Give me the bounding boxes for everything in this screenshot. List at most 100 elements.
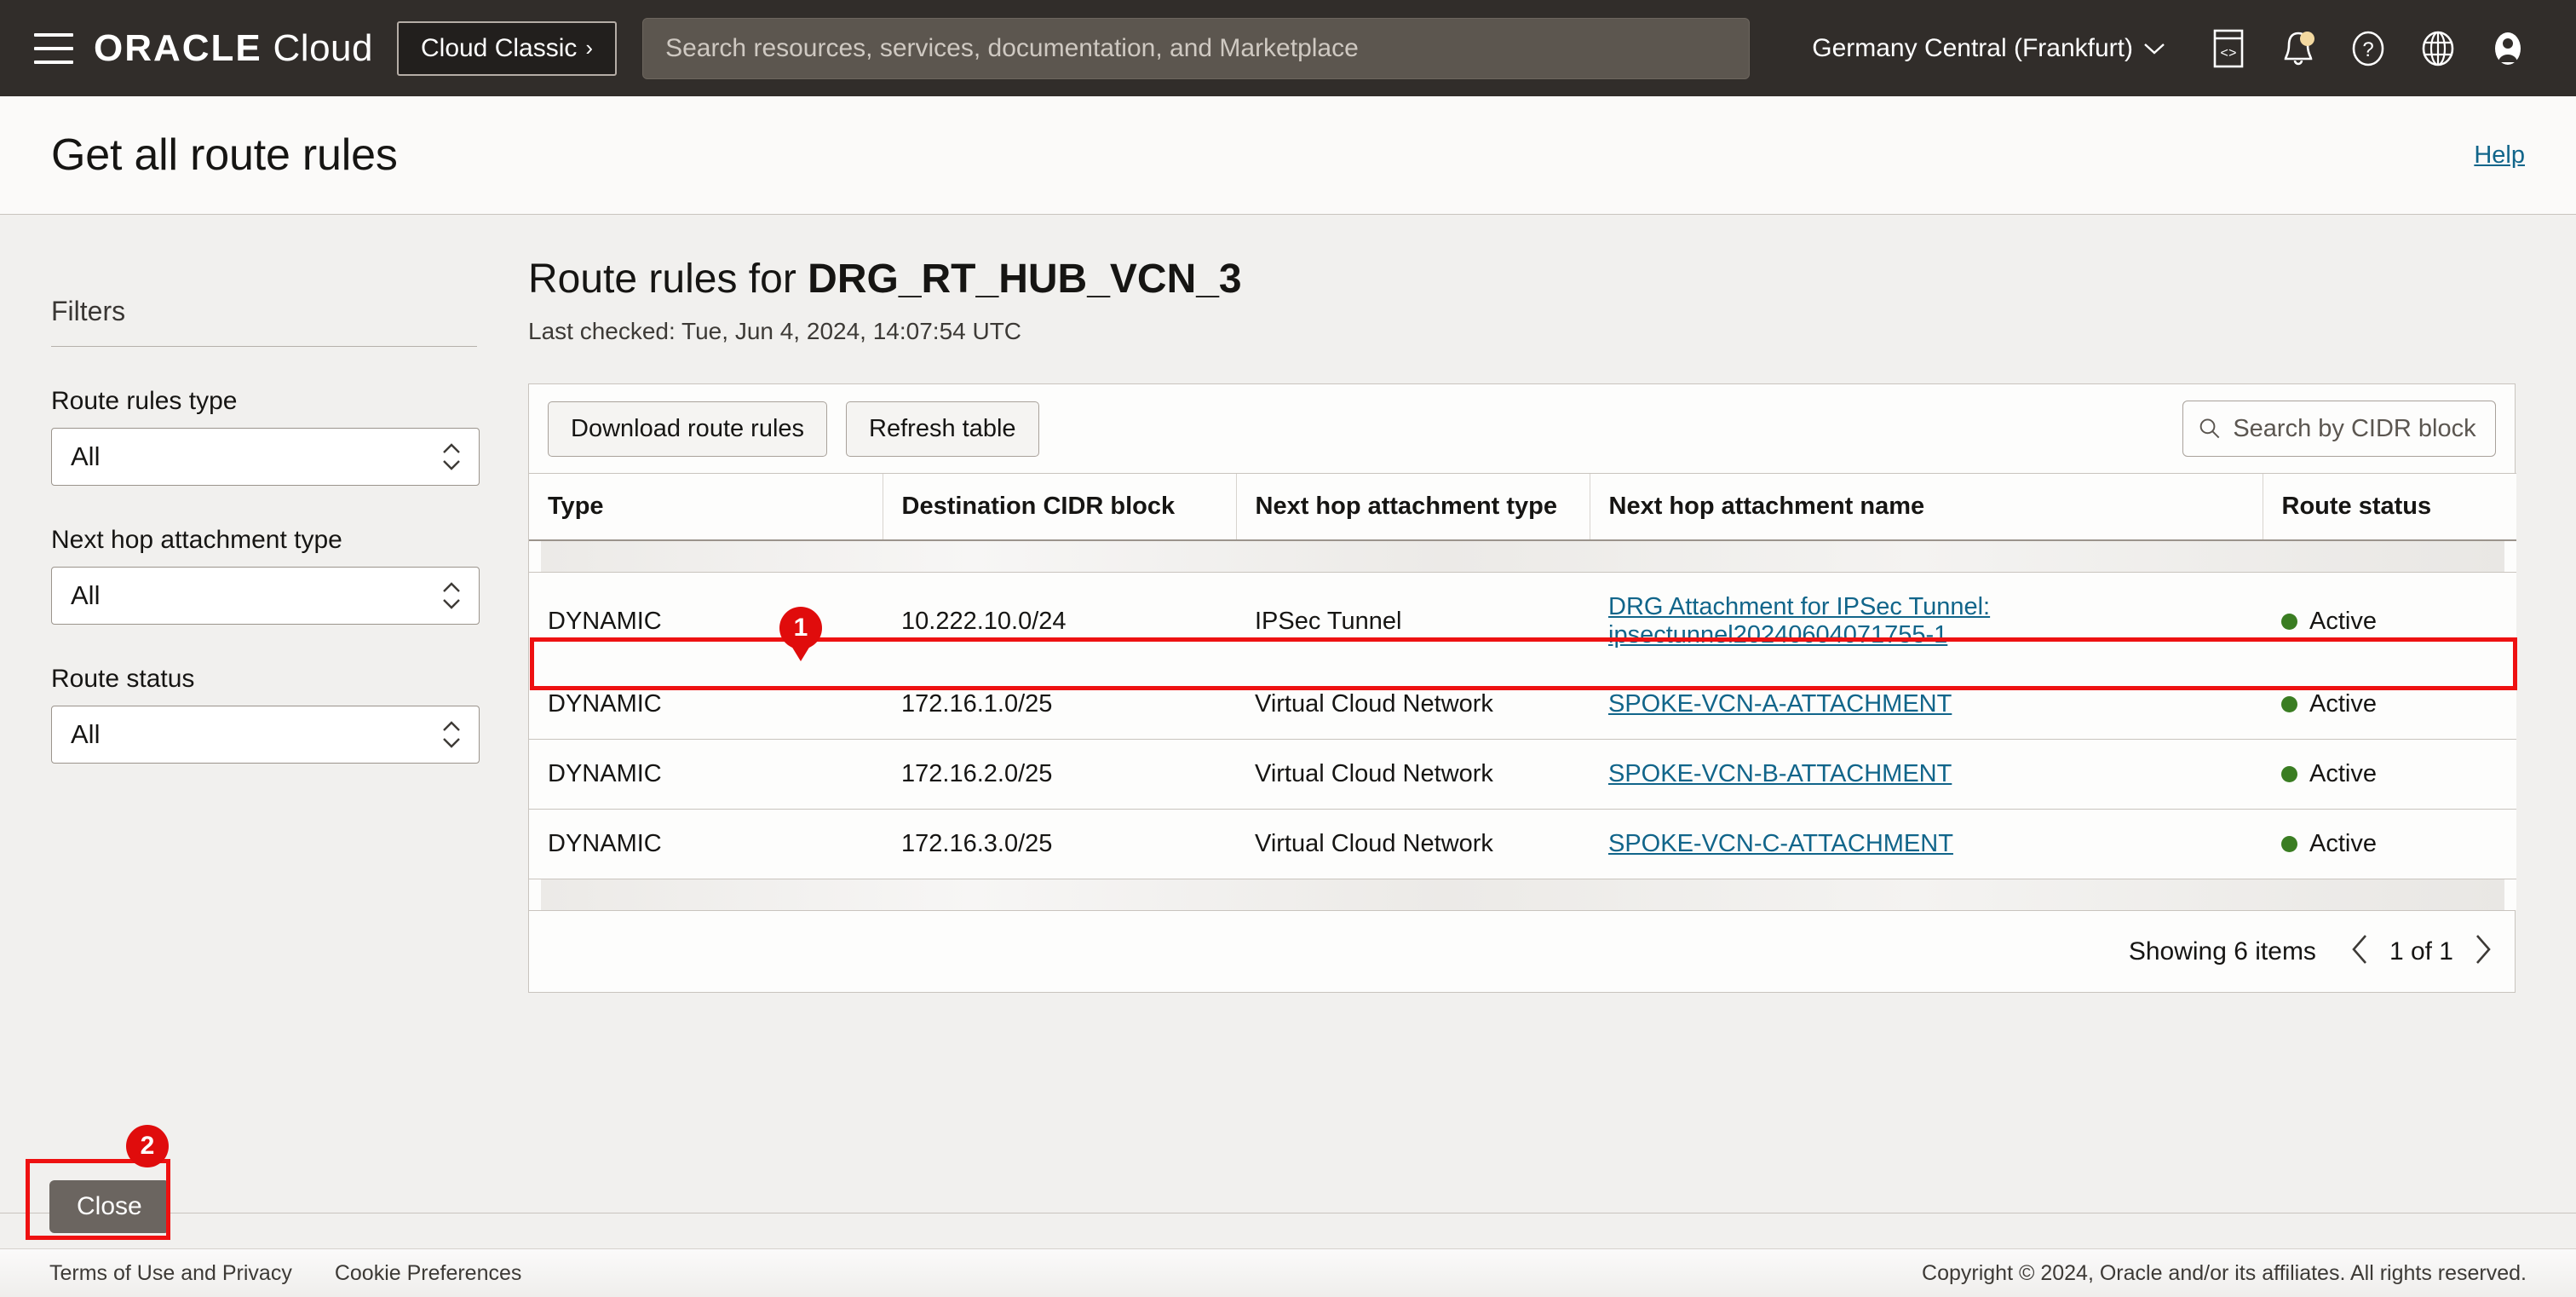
status-dot-icon bbox=[2281, 614, 2297, 630]
skeleton-shimmer bbox=[541, 541, 2504, 572]
user-avatar-icon[interactable] bbox=[2486, 26, 2530, 71]
magnifier-icon bbox=[2199, 416, 2221, 441]
notification-bell-icon[interactable] bbox=[2276, 26, 2320, 71]
table-skeleton-row bbox=[529, 879, 2516, 911]
cell-route-status: Active bbox=[2263, 573, 2516, 671]
table-header-row: Type Destination CIDR block Next hop att… bbox=[529, 474, 2516, 541]
status-label: Active bbox=[2309, 608, 2377, 636]
next-hop-attachment-link[interactable]: SPOKE-VCN-A-ATTACHMENT bbox=[1608, 690, 1952, 718]
page-indicator: 1 of 1 bbox=[2389, 937, 2453, 966]
cloud-wordmark: Cloud bbox=[273, 27, 373, 69]
cell-destination-cidr: 172.16.2.0/25 bbox=[883, 740, 1236, 810]
cell-destination-cidr: 172.16.1.0/25 bbox=[883, 670, 1236, 740]
filter-route-rules-type[interactable]: All bbox=[51, 428, 480, 486]
table-row[interactable]: DYNAMIC 10.222.10.0/24 IPSec Tunnel DRG … bbox=[529, 573, 2516, 671]
cloud-classic-button[interactable]: Cloud Classic › bbox=[397, 21, 617, 76]
status-dot-icon bbox=[2281, 766, 2297, 782]
cell-next-hop-type: Virtual Cloud Network bbox=[1236, 740, 1590, 810]
filter-route-status[interactable]: All bbox=[51, 706, 480, 764]
oracle-cloud-logo[interactable]: ORACLE Cloud bbox=[94, 27, 373, 70]
cell-next-hop-name: SPOKE-VCN-C-ATTACHMENT bbox=[1590, 810, 2263, 879]
column-header-route-status[interactable]: Route status bbox=[2263, 474, 2516, 541]
cell-type: DYNAMIC bbox=[529, 670, 883, 740]
cloud-classic-label: Cloud Classic bbox=[421, 34, 577, 63]
route-table-name: DRG_RT_HUB_VCN_3 bbox=[808, 257, 1241, 302]
filter-route-status-value[interactable]: All bbox=[51, 706, 480, 764]
route-rules-title: Route rules for DRG_RT_HUB_VCN_3 bbox=[528, 256, 2525, 303]
filter-next-hop-attachment-type-value[interactable]: All bbox=[51, 567, 480, 625]
page-title: Get all route rules bbox=[51, 130, 398, 181]
cidr-search-box[interactable] bbox=[2182, 401, 2496, 457]
status-dot-icon bbox=[2281, 696, 2297, 712]
status-label: Active bbox=[2309, 830, 2377, 858]
table-row[interactable]: DYNAMIC 172.16.3.0/25 Virtual Cloud Netw… bbox=[529, 810, 2516, 879]
top-navigation-bar: ORACLE Cloud Cloud Classic › Germany Cen… bbox=[0, 0, 2576, 96]
cell-route-status: Active bbox=[2263, 670, 2516, 740]
column-header-next-hop-attachment-name[interactable]: Next hop attachment name bbox=[1590, 474, 2263, 541]
cell-type: DYNAMIC bbox=[529, 810, 883, 879]
filter-next-hop-attachment-type[interactable]: All bbox=[51, 567, 480, 625]
filter-label-route-rules-type: Route rules type bbox=[51, 387, 477, 416]
route-rules-title-prefix: Route rules for bbox=[528, 257, 808, 302]
cookie-preferences-link[interactable]: Cookie Preferences bbox=[335, 1261, 522, 1286]
cell-next-hop-type: Virtual Cloud Network bbox=[1236, 810, 1590, 879]
annotation-badge-2: 2 bbox=[126, 1125, 169, 1167]
column-header-type[interactable]: Type bbox=[529, 474, 883, 541]
status-badge: Active bbox=[2281, 760, 2516, 788]
copyright-text: Copyright © 2024, Oracle and/or its affi… bbox=[1922, 1261, 2527, 1286]
help-question-icon[interactable]: ? bbox=[2346, 26, 2390, 71]
hamburger-menu-icon[interactable] bbox=[34, 33, 73, 64]
next-hop-attachment-link[interactable]: DRG Attachment for IPSec Tunnel: ipsectu… bbox=[1608, 593, 1990, 648]
close-button[interactable]: Close bbox=[49, 1180, 170, 1233]
previous-page-icon[interactable] bbox=[2349, 933, 2371, 971]
cell-type: DYNAMIC bbox=[529, 740, 883, 810]
route-rules-table-card: Download route rules Refresh table Type bbox=[528, 383, 2516, 993]
region-selector[interactable]: Germany Central (Frankfurt) bbox=[1812, 34, 2165, 63]
cell-next-hop-name: DRG Attachment for IPSec Tunnel: ipsectu… bbox=[1590, 573, 2263, 671]
table-row[interactable]: DYNAMIC 172.16.1.0/25 Virtual Cloud Netw… bbox=[529, 670, 2516, 740]
cell-destination-cidr: 10.222.10.0/24 bbox=[883, 573, 1236, 671]
showing-items-count: Showing 6 items bbox=[2129, 937, 2316, 966]
oracle-wordmark: ORACLE bbox=[94, 27, 262, 69]
chevron-down-icon bbox=[2143, 42, 2165, 55]
table-toolbar: Download route rules Refresh table bbox=[529, 384, 2515, 473]
status-badge: Active bbox=[2281, 608, 2516, 636]
svg-text:?: ? bbox=[2362, 38, 2373, 61]
cell-route-status: Active bbox=[2263, 810, 2516, 879]
notification-badge-dot bbox=[2300, 32, 2314, 46]
top-nav-right-cluster: Germany Central (Frankfurt) <> ? bbox=[1812, 26, 2552, 71]
next-page-icon[interactable] bbox=[2472, 933, 2494, 971]
globe-language-icon[interactable] bbox=[2416, 26, 2460, 71]
status-label: Active bbox=[2309, 690, 2377, 718]
code-editor-icon[interactable]: <> bbox=[2206, 26, 2251, 71]
filters-sidebar: Filters Route rules type All Next hop at… bbox=[0, 215, 528, 1213]
filter-route-rules-type-value[interactable]: All bbox=[51, 428, 480, 486]
cell-type: DYNAMIC bbox=[529, 573, 883, 671]
cell-next-hop-name: SPOKE-VCN-B-ATTACHMENT bbox=[1590, 740, 2263, 810]
chevron-right-icon: › bbox=[585, 35, 593, 61]
cell-next-hop-name: SPOKE-VCN-A-ATTACHMENT bbox=[1590, 670, 2263, 740]
region-label: Germany Central (Frankfurt) bbox=[1812, 34, 2133, 63]
status-dot-icon bbox=[2281, 836, 2297, 852]
cell-next-hop-type: IPSec Tunnel bbox=[1236, 573, 1590, 671]
pagination-controls: 1 of 1 bbox=[2349, 933, 2494, 971]
annotation-badge-1: 1 bbox=[779, 607, 822, 649]
refresh-table-button[interactable]: Refresh table bbox=[846, 401, 1039, 457]
cell-destination-cidr: 172.16.3.0/25 bbox=[883, 810, 1236, 879]
terms-of-use-link[interactable]: Terms of Use and Privacy bbox=[49, 1261, 292, 1286]
cidr-search-input[interactable] bbox=[2233, 415, 2480, 443]
column-header-next-hop-attachment-type[interactable]: Next hop attachment type bbox=[1236, 474, 1590, 541]
download-route-rules-button[interactable]: Download route rules bbox=[548, 401, 827, 457]
status-label: Active bbox=[2309, 760, 2377, 788]
filters-heading: Filters bbox=[51, 296, 477, 327]
column-header-destination-cidr-block[interactable]: Destination CIDR block bbox=[883, 474, 1236, 541]
next-hop-attachment-link[interactable]: SPOKE-VCN-B-ATTACHMENT bbox=[1608, 760, 1952, 787]
table-row[interactable]: DYNAMIC 172.16.2.0/25 Virtual Cloud Netw… bbox=[529, 740, 2516, 810]
route-rules-table: Type Destination CIDR block Next hop att… bbox=[529, 473, 2516, 910]
cell-route-status: Active bbox=[2263, 740, 2516, 810]
filter-label-next-hop-attachment-type: Next hop attachment type bbox=[51, 526, 477, 555]
next-hop-attachment-link[interactable]: SPOKE-VCN-C-ATTACHMENT bbox=[1608, 830, 1953, 857]
page-body: Filters Route rules type All Next hop at… bbox=[0, 215, 2576, 1213]
global-search-input[interactable] bbox=[642, 18, 1750, 79]
help-link[interactable]: Help bbox=[2474, 141, 2525, 170]
